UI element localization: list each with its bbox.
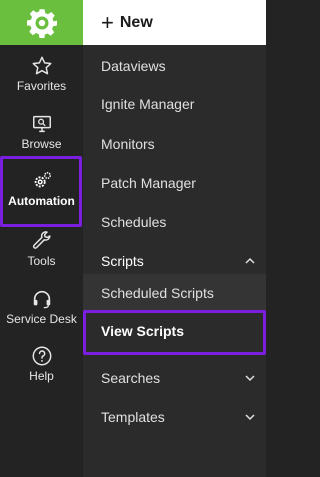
menu-section-searches[interactable]: Searches <box>83 359 266 397</box>
help-circle-icon <box>32 346 51 366</box>
rail-item-automation[interactable]: Automation <box>0 170 83 208</box>
star-icon <box>32 56 51 75</box>
rail-item-label: Browse <box>21 137 62 151</box>
plus-icon: + <box>101 9 114 35</box>
menu-item-scheduled-scripts[interactable]: Scheduled Scripts <box>83 274 266 312</box>
menu-item-label: Schedules <box>101 214 167 230</box>
rail-item-help[interactable]: Help <box>0 345 83 383</box>
app-logo[interactable] <box>0 0 83 45</box>
rail-item-label: Service Desk <box>6 312 77 326</box>
menu-item-label: Searches <box>101 370 161 386</box>
menu-item-label: Ignite Manager <box>101 96 195 112</box>
chevron-up-icon <box>245 257 255 264</box>
gears-icon <box>34 172 51 188</box>
menu-item-patch-manager[interactable]: Patch Manager <box>83 164 266 202</box>
menu-item-ignite-manager[interactable]: Ignite Manager <box>83 85 266 123</box>
menu-item-label: Scripts <box>101 253 144 269</box>
menu-item-dataviews[interactable]: Dataviews <box>83 47 266 85</box>
rail-item-label: Automation <box>8 194 75 208</box>
menu-item-label: Monitors <box>101 136 155 152</box>
wrench-icon <box>32 231 51 249</box>
menu-item-schedules[interactable]: Schedules <box>83 203 266 241</box>
menu-item-label: Patch Manager <box>101 175 196 191</box>
menu-item-view-scripts[interactable]: View Scripts <box>83 312 266 350</box>
new-button-label: New <box>119 13 153 31</box>
rail-item-service-desk[interactable]: Service Desk <box>0 288 83 326</box>
menu-item-label: Templates <box>101 409 165 425</box>
rail-item-label: Help <box>29 369 54 383</box>
headset-icon <box>33 290 50 309</box>
gear-logo-icon <box>26 8 57 38</box>
chevron-down-icon <box>245 375 255 382</box>
rail-item-label: Tools <box>27 254 56 268</box>
chevron-down-icon <box>245 414 255 421</box>
menu-item-label: Dataviews <box>101 58 166 74</box>
menu-item-label: View Scripts <box>101 323 185 339</box>
rail-item-favorites[interactable]: Favorites <box>0 55 83 93</box>
rail-item-browse[interactable]: Browse <box>0 113 83 151</box>
menu-item-monitors[interactable]: Monitors <box>83 125 266 163</box>
menu-item-label: Scheduled Scripts <box>101 285 214 301</box>
menu-section-templates[interactable]: Templates <box>83 398 266 436</box>
new-button[interactable]: + New <box>83 0 266 45</box>
rail-item-tools[interactable]: Tools <box>0 230 83 268</box>
rail-item-label: Favorites <box>16 79 67 93</box>
monitor-search-icon <box>32 115 51 133</box>
